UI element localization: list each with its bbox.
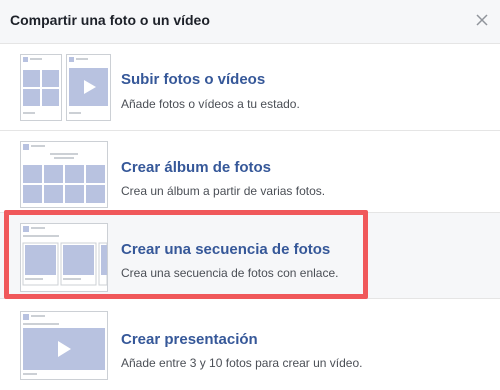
dialog-title: Compartir una foto o un vídeo: [10, 12, 210, 28]
option-description: Añade entre 3 y 10 fotos para crear un v…: [121, 356, 363, 370]
album-thumbnail: [20, 141, 108, 208]
option-create-album[interactable]: Crear álbum de fotos Crea un álbum a par…: [0, 130, 500, 212]
upload-photos-thumbnail: [20, 54, 111, 121]
option-description: Crea una secuencia de fotos con enlace.: [121, 266, 339, 280]
slideshow-thumbnail: [20, 311, 108, 380]
option-upload-photos[interactable]: Subir fotos o vídeos Añade fotos o vídeo…: [0, 44, 500, 130]
share-photo-dialog: Compartir una foto o un vídeo Subir foto…: [0, 0, 500, 390]
option-description: Añade fotos o vídeos a tu estado.: [121, 97, 300, 111]
close-icon[interactable]: [474, 12, 490, 28]
option-description: Crea un álbum a partir de varias fotos.: [121, 184, 326, 198]
option-title[interactable]: Crear presentación: [121, 331, 258, 348]
option-create-slideshow[interactable]: Crear presentación Añade entre 3 y 10 fo…: [0, 298, 500, 390]
option-title[interactable]: Crear una secuencia de fotos: [121, 241, 330, 258]
option-create-carousel[interactable]: Crear una secuencia de fotos Crea una se…: [0, 212, 500, 298]
dialog-header: Compartir una foto o un vídeo: [0, 0, 500, 44]
carousel-thumbnail: [20, 223, 108, 292]
option-title[interactable]: Subir fotos o vídeos: [121, 71, 265, 88]
option-title[interactable]: Crear álbum de fotos: [121, 159, 271, 176]
